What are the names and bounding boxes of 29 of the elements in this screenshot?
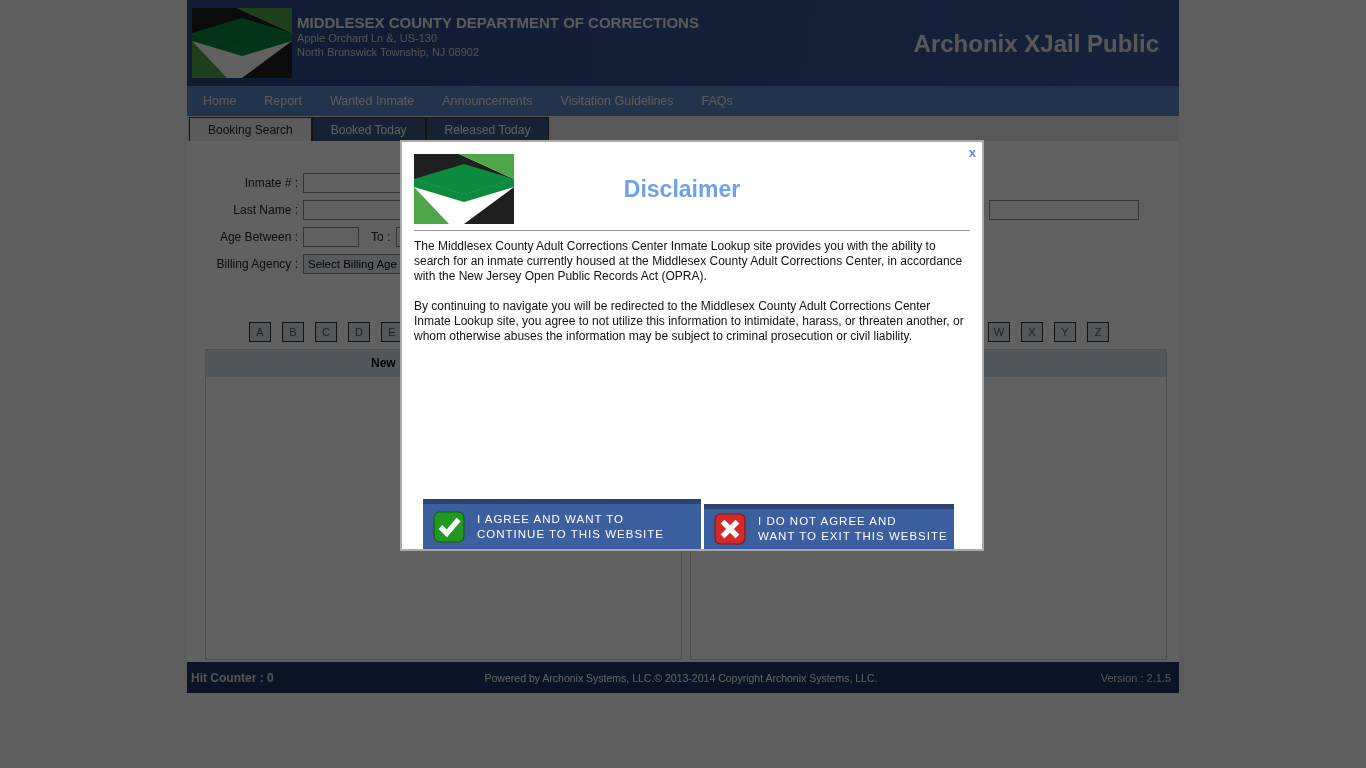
cross-icon <box>714 513 746 545</box>
copyright-text: Powered by Archonix Systems, LLC.© 2013-2014 Copyright Archonix Systems, LLC. <box>483 671 879 684</box>
letter-button[interactable]: A <box>249 322 271 342</box>
field-label: Billing Agency : <box>215 256 298 271</box>
field-label: To : <box>371 229 391 244</box>
tab[interactable]: Booking Search <box>189 117 312 141</box>
letter-button[interactable]: E <box>381 322 403 342</box>
letter-button[interactable]: C <box>315 322 337 342</box>
tab[interactable]: Released Today <box>425 117 550 141</box>
text-field[interactable] <box>989 199 1139 220</box>
field-label: Last Name : <box>232 202 298 217</box>
check-icon <box>433 510 465 543</box>
field-label: Inmate # : <box>243 175 298 190</box>
disclaimer-paragraph: By continuing to navigate you will be redirected to the Middlesex County Adult Corrections Center Inmate Lookup site, you agree to not utilize this information to intimidate, harass, or threaten another, or whom otherwise abuses the information may be subject to criminal prosecution or civil liability. <box>414 299 965 344</box>
disagree-button[interactable]: I DO NOT AGREE AND WANT TO EXIT THIS WEBSITE <box>704 504 954 549</box>
letter-button[interactable]: D <box>348 322 370 342</box>
age-from-field[interactable] <box>303 226 359 247</box>
agency-title: MIDDLESEX COUNTY DEPARTMENT OF CORRECTIONS <box>297 14 699 31</box>
version-text: Version : 2.1.5 <box>1099 671 1171 684</box>
close-button[interactable]: x <box>968 145 976 160</box>
hit-counter: Hit Counter : 0 <box>191 670 275 685</box>
dialog-title: Disclaimer <box>622 175 742 203</box>
field-label: Age Between : <box>218 229 298 244</box>
product-name: Archonix XJail Public <box>913 30 1159 58</box>
letter-button[interactable]: W <box>988 322 1010 342</box>
column-header: New <box>371 356 396 370</box>
letter-button[interactable]: B <box>282 322 304 342</box>
agree-button[interactable]: I AGREE AND WANT TO CONTINUE TO THIS WEBSITE <box>423 499 701 549</box>
tab[interactable]: Booked Today <box>311 117 426 141</box>
